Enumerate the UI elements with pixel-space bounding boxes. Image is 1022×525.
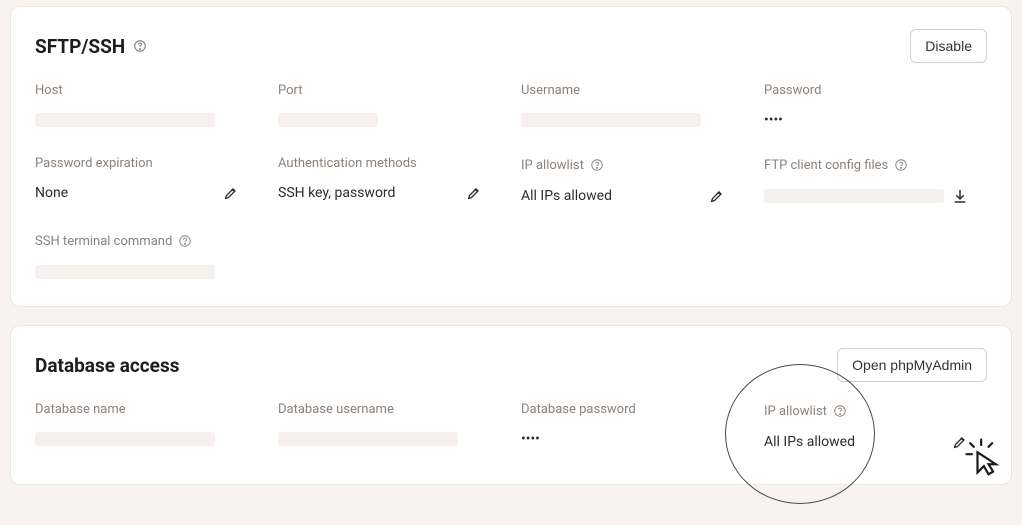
ssh-cmd-label: SSH terminal command <box>35 234 172 249</box>
pw-exp-field: Password expiration None <box>35 156 258 208</box>
edit-icon[interactable] <box>222 184 240 202</box>
port-field: Port <box>278 83 501 132</box>
ftp-cfg-label-wrap: FTP client config files <box>764 156 987 174</box>
download-icon[interactable] <box>951 187 969 205</box>
sftp-title: SFTP/SSH <box>35 35 125 58</box>
db-header: Database access Open phpMyAdmin <box>35 348 987 382</box>
help-icon[interactable] <box>892 156 910 174</box>
password-value: •••• <box>764 112 783 128</box>
db-pwd-label: Database password <box>521 402 744 417</box>
open-phpmyadmin-button[interactable]: Open phpMyAdmin <box>837 348 987 382</box>
auth-field: Authentication methods SSH key, password <box>278 156 501 208</box>
host-value-mask <box>35 113 215 127</box>
username-label: Username <box>521 83 744 98</box>
disable-button[interactable]: Disable <box>910 29 987 63</box>
help-icon[interactable] <box>176 232 194 250</box>
edit-icon[interactable] <box>465 184 483 202</box>
db-user-field: Database username <box>278 402 501 454</box>
sftp-grid: Host Port Username Password •••• Passwor… <box>35 83 987 284</box>
auth-value: SSH key, password <box>278 185 395 201</box>
port-label: Port <box>278 83 501 98</box>
db-allowlist-label: IP allowlist <box>764 404 827 419</box>
db-pwd-value: •••• <box>521 431 540 447</box>
username-value-mask <box>521 113 701 127</box>
db-allowlist-label-wrap: IP allowlist <box>764 402 987 420</box>
database-access-card: Database access Open phpMyAdmin Database… <box>10 325 1012 485</box>
db-title: Database access <box>35 354 179 377</box>
pw-exp-value: None <box>35 185 68 201</box>
help-icon[interactable] <box>131 37 149 55</box>
password-label: Password <box>764 83 987 98</box>
sftp-header: SFTP/SSH Disable <box>35 29 987 63</box>
db-user-label: Database username <box>278 402 501 417</box>
password-field: Password •••• <box>764 83 987 132</box>
sftp-ssh-card: SFTP/SSH Disable Host Port Username Pass… <box>10 6 1012 307</box>
db-name-field: Database name <box>35 402 258 454</box>
db-allowlist-value: All IPs allowed <box>764 434 855 450</box>
db-name-value-mask <box>35 432 215 446</box>
host-label: Host <box>35 83 258 98</box>
db-pwd-field: Database password •••• <box>521 402 744 454</box>
sftp-title-wrap: SFTP/SSH <box>35 35 149 58</box>
help-icon[interactable] <box>588 156 606 174</box>
ftp-cfg-field: FTP client config files <box>764 156 987 208</box>
allowlist-label: IP allowlist <box>521 158 584 173</box>
ftp-cfg-value-mask <box>764 189 944 203</box>
db-allowlist-field: IP allowlist All IPs allowed <box>764 402 987 454</box>
allowlist-field: IP allowlist All IPs allowed <box>521 156 744 208</box>
db-name-label: Database name <box>35 402 258 417</box>
allowlist-label-wrap: IP allowlist <box>521 156 744 174</box>
edit-icon[interactable] <box>951 433 969 451</box>
ssh-cmd-label-wrap: SSH terminal command <box>35 232 258 250</box>
edit-icon[interactable] <box>708 187 726 205</box>
port-value-mask <box>278 113 378 127</box>
ssh-cmd-field: SSH terminal command <box>35 232 258 284</box>
username-field: Username <box>521 83 744 132</box>
auth-label: Authentication methods <box>278 156 501 171</box>
ssh-cmd-value-mask <box>35 265 215 279</box>
pw-exp-label: Password expiration <box>35 156 258 171</box>
allowlist-value: All IPs allowed <box>521 188 612 204</box>
host-field: Host <box>35 83 258 132</box>
db-grid: Database name Database username Database… <box>35 402 987 454</box>
help-icon[interactable] <box>831 402 849 420</box>
db-user-value-mask <box>278 432 458 446</box>
ftp-cfg-label: FTP client config files <box>764 158 888 173</box>
